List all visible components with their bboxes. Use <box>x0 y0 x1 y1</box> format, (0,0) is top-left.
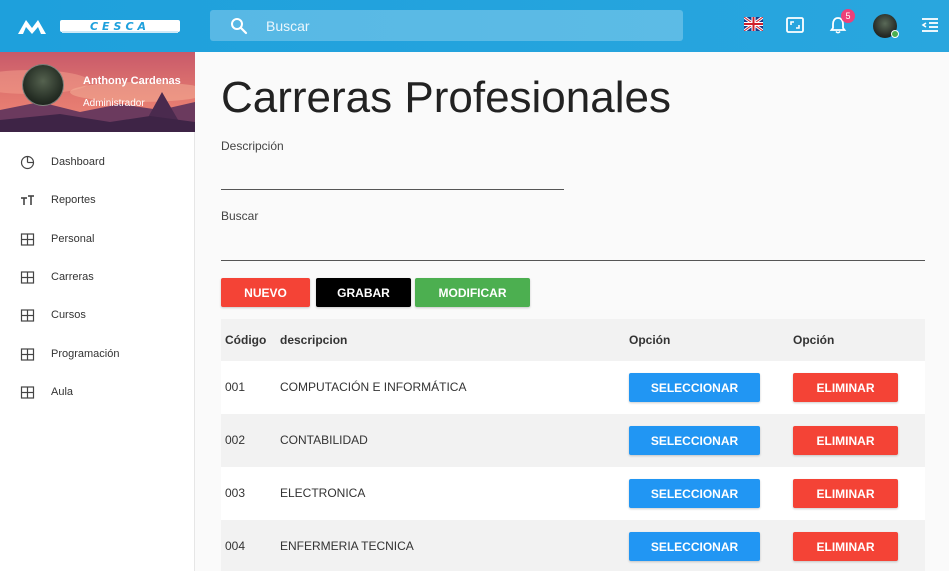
grabar-button[interactable]: GRABAR <box>316 278 411 307</box>
row-codigo: 001 <box>225 380 246 394</box>
grid-icon <box>20 271 35 284</box>
row-codigo: 002 <box>225 433 246 447</box>
descripcion-input[interactable] <box>221 166 564 188</box>
sidebar-item-carreras[interactable]: Carreras <box>0 259 194 297</box>
eliminar-button[interactable]: ELIMINAR <box>793 479 898 508</box>
grid-icon <box>20 233 35 246</box>
buscar-input[interactable] <box>221 236 925 258</box>
grid-icon <box>20 386 35 399</box>
sidebar-item-label: Programación <box>51 348 120 360</box>
row-descripcion: ELECTRONICA <box>280 486 366 500</box>
descripcion-underline <box>221 189 564 190</box>
user-avatar[interactable] <box>22 64 64 106</box>
eliminar-button[interactable]: ELIMINAR <box>793 373 898 402</box>
eliminar-button[interactable]: ELIMINAR <box>793 426 898 455</box>
header-codigo: Código <box>225 333 267 347</box>
descripcion-label: Descripción <box>221 139 284 153</box>
user-name: Anthony Cardenas <box>83 75 181 87</box>
search-icon[interactable] <box>230 17 248 35</box>
table-header: Código descripcion Opción Opción <box>221 319 925 361</box>
user-banner: Anthony Cardenas Administrador <box>0 52 195 132</box>
uk-flag-icon[interactable] <box>744 17 763 31</box>
search-bar <box>210 10 683 41</box>
header-opcion-delete: Opción <box>793 333 835 347</box>
eliminar-button[interactable]: ELIMINAR <box>793 532 898 561</box>
search-input[interactable] <box>266 10 666 41</box>
sidebar-item-programacion[interactable]: Programación <box>0 336 194 374</box>
text-size-icon <box>21 195 34 205</box>
row-descripcion: COMPUTACIÓN E INFORMÁTICA <box>280 380 467 394</box>
table-row: 003 ELECTRONICA SELECCIONAR ELIMINAR <box>221 467 925 520</box>
sidebar: Anthony Cardenas Administrador Dashboard… <box>0 52 195 571</box>
sidebar-item-label: Dashboard <box>51 156 105 168</box>
grid-icon <box>20 348 35 361</box>
seleccionar-button[interactable]: SELECCIONAR <box>629 479 760 508</box>
seleccionar-button[interactable]: SELECCIONAR <box>629 426 760 455</box>
row-descripcion: CONTABILIDAD <box>280 433 368 447</box>
header-opcion-select: Opción <box>629 333 671 347</box>
menu-toggle-icon[interactable] <box>920 15 940 35</box>
cesca-logo[interactable]: CESCA <box>16 14 186 38</box>
buscar-label: Buscar <box>221 209 259 223</box>
sidebar-item-label: Reportes <box>51 194 96 206</box>
sidebar-item-label: Aula <box>51 386 74 398</box>
seleccionar-button[interactable]: SELECCIONAR <box>629 373 760 402</box>
sidebar-item-aula[interactable]: Aula <box>0 374 194 412</box>
row-codigo: 003 <box>225 486 246 500</box>
table-row: 001 COMPUTACIÓN E INFORMÁTICA SELECCIONA… <box>221 361 925 414</box>
sidebar-item-dashboard[interactable]: Dashboard <box>0 144 194 182</box>
sidebar-item-cursos[interactable]: Cursos <box>0 297 194 335</box>
sidebar-item-label: Cursos <box>51 309 86 321</box>
sidebar-item-label: Personal <box>51 233 95 245</box>
page-title: Carreras Profesionales <box>221 73 671 122</box>
top-bar: CESCA 5 <box>0 0 949 52</box>
table-row: 002 CONTABILIDAD SELECCIONAR ELIMINAR <box>221 414 925 467</box>
grid-icon <box>20 309 35 322</box>
row-descripcion: ENFERMERIA TECNICA <box>280 539 414 553</box>
header-descripcion: descripcion <box>280 333 348 347</box>
nuevo-button[interactable]: NUEVO <box>221 278 310 307</box>
sidebar-item-personal[interactable]: Personal <box>0 221 194 259</box>
logo-text: CESCA <box>90 20 150 33</box>
row-codigo: 004 <box>225 539 246 553</box>
seleccionar-button[interactable]: SELECCIONAR <box>629 532 760 561</box>
buscar-underline <box>221 260 925 261</box>
pie-chart-icon <box>20 155 35 170</box>
fullscreen-icon[interactable] <box>785 15 805 35</box>
table-row: 004 ENFERMERIA TECNICA SELECCIONAR ELIMI… <box>221 520 925 571</box>
notification-badge: 5 <box>841 9 855 23</box>
user-role: Administrador <box>83 98 145 109</box>
online-status-dot <box>891 30 899 38</box>
modificar-button[interactable]: MODIFICAR <box>415 278 530 307</box>
sidebar-item-reportes[interactable]: Reportes <box>0 182 194 220</box>
sidebar-item-label: Carreras <box>51 271 94 283</box>
